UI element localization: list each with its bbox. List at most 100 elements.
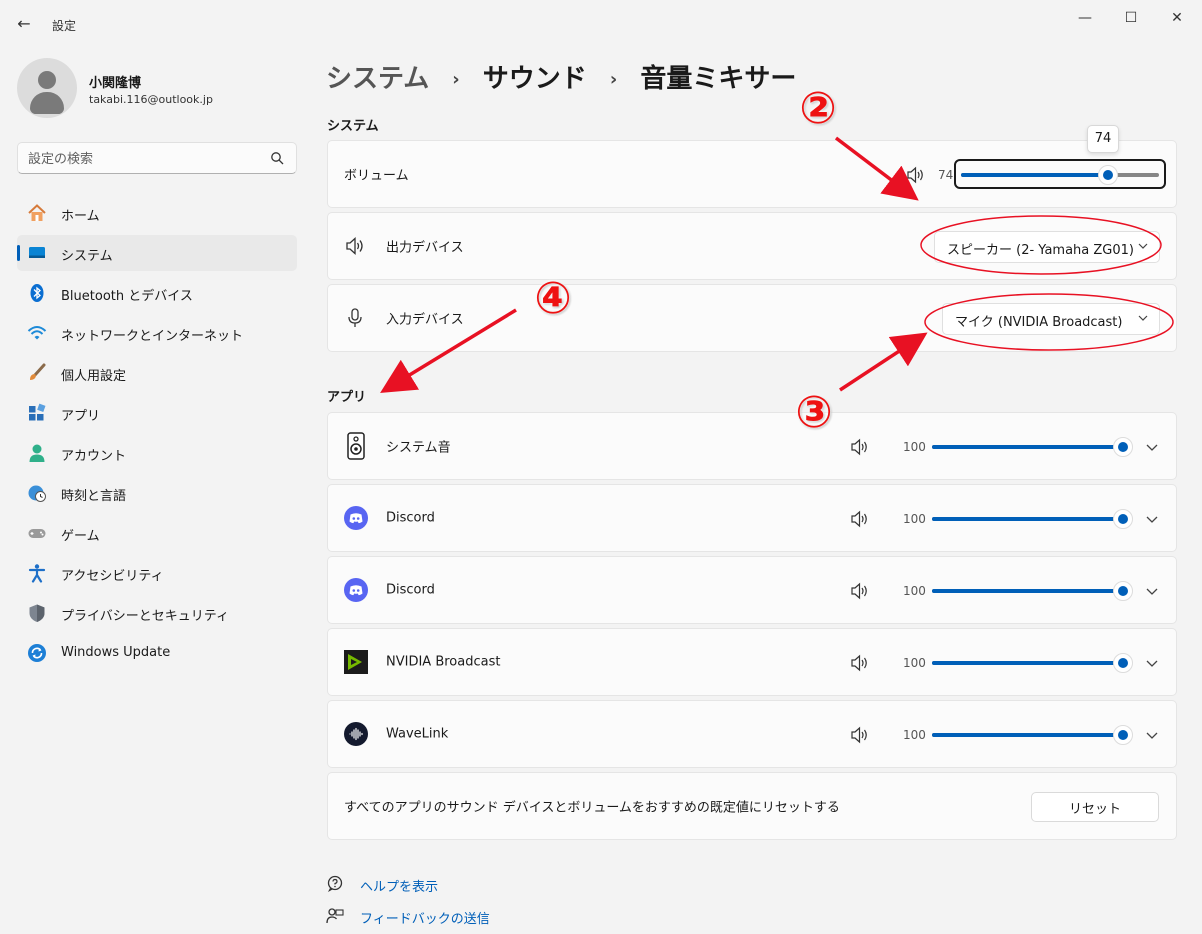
app-name: WaveLink [386,726,449,742]
chevron-down-icon[interactable] [1145,512,1159,526]
section-label-apps: アプリ [327,390,367,405]
feedback-link[interactable]: フィードバックの送信 [360,908,490,927]
volume-value: 74 [938,168,954,182]
annotation-mark-2: ② [799,83,837,134]
sidebar-nav: ホーム システム Bluetooth とデバイス ネットワークとインターネット … [17,195,297,675]
sidebar-item-label: ネットワークとインターネット [61,329,244,344]
sidebar-item-apps[interactable]: アプリ [17,395,297,431]
app-row-nvidia-broadcast: NVIDIA Broadcast 100 [327,628,1177,696]
sidebar-item-network[interactable]: ネットワークとインターネット [17,315,297,351]
input-device-dropdown[interactable]: マイク (NVIDIA Broadcast) [942,303,1160,335]
speaker-icon[interactable] [850,654,870,672]
sidebar-item-label: ゲーム [61,529,100,544]
avatar [17,58,77,118]
speaker-icon[interactable] [850,726,870,744]
speaker-icon[interactable] [850,438,870,456]
sidebar-item-label: アプリ [61,409,101,424]
app-volume-value: 100 [903,728,926,742]
app-volume-slider[interactable] [932,437,1133,457]
close-button[interactable]: ✕ [1154,6,1200,30]
app-volume-slider-thumb[interactable] [1113,653,1133,673]
breadcrumb-separator: › [609,69,618,90]
app-row-wavelink: WaveLink 100 [327,700,1177,768]
speaker-icon[interactable] [850,582,870,600]
speaker-icon[interactable] [850,510,870,528]
chevron-down-icon[interactable] [1145,440,1159,454]
update-icon [28,644,46,662]
speaker-icon[interactable] [906,166,926,184]
chevron-down-icon[interactable] [1145,728,1159,742]
sidebar-item-personalization[interactable]: 個人用設定 [17,355,297,391]
sidebar-item-label: アカウント [61,449,127,464]
app-volume-slider-thumb[interactable] [1113,581,1133,601]
speaker-icon [346,237,363,255]
sidebar-item-label: システム [61,249,113,264]
maximize-button[interactable]: ☐ [1108,6,1154,30]
volume-slider-fill [961,173,1108,177]
system-sounds-icon [347,432,365,460]
search-icon[interactable] [270,151,284,165]
output-device-label: 出力デバイス [386,240,464,256]
app-volume-slider[interactable] [932,509,1133,529]
app-volume-value: 100 [903,440,926,454]
search-input[interactable] [28,149,258,169]
breadcrumb: システム › サウンド › 音量ミキサー [326,58,796,95]
feedback-icon [326,908,344,924]
output-device-selected: スピーカー (2- Yamaha ZG01) [947,243,1134,258]
breadcrumb-sound[interactable]: サウンド [483,64,587,94]
sidebar-item-bluetooth[interactable]: Bluetooth とデバイス [17,275,297,311]
sidebar-item-windows-update[interactable]: Windows Update [17,635,297,671]
app-row-discord: Discord 100 [327,484,1177,552]
help-link[interactable]: ヘルプを表示 [360,876,438,895]
sidebar-item-privacy-security[interactable]: プライバシーとセキュリティ [17,595,297,631]
app-volume-slider[interactable] [932,581,1133,601]
volume-label: ボリューム [344,168,409,184]
reset-description: すべてのアプリのサウンド デバイスとボリュームをおすすめの既定値にリセットする [344,800,840,816]
sidebar-item-accessibility[interactable]: アクセシビリティ [17,555,297,591]
app-volume-value: 100 [903,656,926,670]
user-email: takabi.116@outlook.jp [89,93,213,106]
app-volume-slider-fill [932,733,1123,737]
wifi-icon [27,326,47,340]
user-profile[interactable]: 小関隆博 takabi.116@outlook.jp [17,58,297,118]
app-volume-slider-thumb[interactable] [1113,437,1133,457]
app-volume-slider-fill [932,589,1123,593]
chevron-down-icon[interactable] [1145,584,1159,598]
gamepad-icon [28,529,46,538]
search-box [17,142,297,174]
help-icon [327,875,343,892]
minimize-button[interactable]: — [1062,6,1108,30]
app-name: システム音 [386,440,451,456]
back-button[interactable]: ← [10,12,38,36]
sidebar-item-home[interactable]: ホーム [17,195,297,231]
sidebar-item-system[interactable]: システム [17,235,297,271]
app-volume-slider[interactable] [932,725,1133,745]
volume-slider-thumb[interactable] [1098,165,1118,185]
app-volume-slider-fill [932,517,1123,521]
app-volume-slider-thumb[interactable] [1113,509,1133,529]
app-volume-slider-thumb[interactable] [1113,725,1133,745]
sidebar-item-gaming[interactable]: ゲーム [17,515,297,551]
shield-icon [29,604,45,622]
sidebar-item-accounts[interactable]: アカウント [17,435,297,471]
input-device-selected: マイク (NVIDIA Broadcast) [955,315,1123,330]
wavelink-icon [344,722,368,746]
app-volume-slider[interactable] [932,653,1133,673]
home-icon [28,204,46,221]
sidebar-item-time-language[interactable]: 時刻と言語 [17,475,297,511]
apps-icon [29,403,46,421]
brush-icon [30,363,46,380]
bluetooth-icon [30,284,44,302]
app-name: Discord [386,510,435,526]
nvidia-broadcast-icon [344,650,368,674]
output-device-dropdown[interactable]: スピーカー (2- Yamaha ZG01) [934,231,1160,263]
chevron-down-icon[interactable] [1145,656,1159,670]
volume-slider[interactable] [961,165,1159,185]
breadcrumb-system[interactable]: システム [326,64,429,94]
discord-icon [344,506,368,530]
app-row-system-sounds: システム音 100 [327,412,1177,480]
app-volume-value: 100 [903,512,926,526]
app-volume-slider-fill [932,445,1123,449]
app-row-discord: Discord 100 [327,556,1177,624]
reset-button[interactable]: リセット [1031,792,1159,822]
